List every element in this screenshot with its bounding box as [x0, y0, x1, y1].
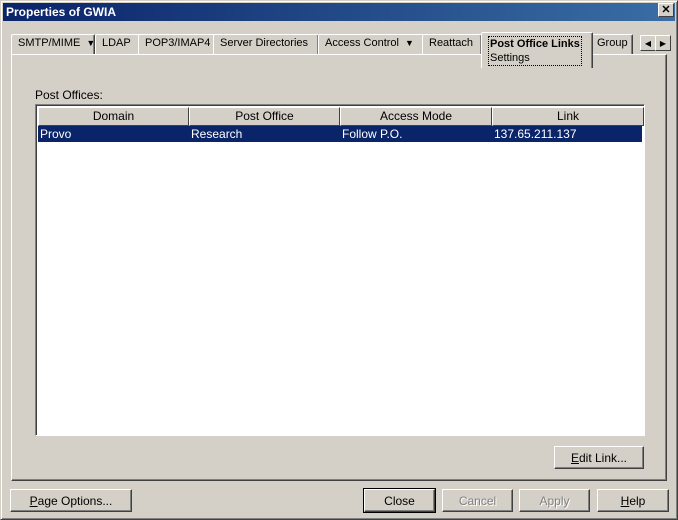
tab-access-control[interactable]: Access Control ▼ [318, 34, 424, 54]
apply-button[interactable]: Apply [519, 489, 590, 512]
tab-label: SMTP/MIME [18, 37, 81, 49]
tab-server-directories[interactable]: Server Directories [213, 34, 319, 54]
list-header: Domain Post Office Access Mode Link [38, 107, 644, 126]
column-header-domain[interactable]: Domain [38, 107, 189, 126]
column-header-access-mode[interactable]: Access Mode [340, 107, 492, 126]
mnemonic: E [570, 450, 579, 465]
tab-group[interactable]: Group [591, 34, 633, 54]
cell-domain: Provo [40, 127, 72, 141]
cell-access-mode: Follow P.O. [342, 127, 403, 141]
tab-smtp-mime[interactable]: SMTP/MIME ▼ [11, 34, 95, 54]
mnemonic: H [620, 493, 630, 508]
page-options-button[interactable]: Page Options... [10, 489, 132, 512]
help-button[interactable]: Help [597, 489, 669, 512]
close-icon[interactable]: ✕ [658, 3, 674, 17]
cell-link: 137.65.211.137 [494, 127, 577, 141]
tab-label: Server Directories [220, 37, 309, 49]
tab-scroll-right-icon[interactable]: ▶ [655, 35, 671, 51]
tab-label: Reattach [429, 37, 474, 49]
properties-dialog: Properties of GWIA ✕ SMTP/MIME ▼ LDAP POP… [0, 0, 678, 520]
button-label: dit Link... [578, 450, 628, 465]
table-row[interactable]: Provo Research Follow P.O. 137.65.211.13… [38, 126, 642, 142]
dropdown-caret-icon: ▼ [404, 38, 414, 48]
tab-strip: SMTP/MIME ▼ LDAP POP3/IMAP4 Server Direct… [11, 32, 671, 68]
tab-label: Access Control [325, 37, 399, 49]
cell-post-office: Research [191, 127, 243, 141]
tab-sublabel: Settings [490, 52, 530, 64]
tab-label: Group [597, 37, 628, 49]
button-label: age Options... [37, 493, 113, 508]
title-bar[interactable]: Properties of GWIA [3, 3, 675, 21]
active-tab-label: Post Office Links Settings [488, 36, 582, 66]
edit-link-button[interactable]: Edit Link... [554, 446, 644, 469]
column-header-link[interactable]: Link [492, 107, 644, 126]
column-header-post-office[interactable]: Post Office [189, 107, 340, 126]
tab-pop3-imap4[interactable]: POP3/IMAP4 [138, 34, 222, 54]
mnemonic: P [29, 493, 38, 508]
cancel-button[interactable]: Cancel [442, 489, 513, 512]
close-button[interactable]: Close [363, 488, 436, 513]
tab-reattach[interactable]: Reattach [422, 34, 482, 54]
tab-post-office-links[interactable]: Post Office Links Settings [481, 32, 593, 68]
dropdown-caret-icon: ▼ [86, 38, 96, 48]
post-offices-label: Post Offices: [35, 88, 103, 102]
tab-label: Post Office Links [490, 38, 580, 50]
tab-label: POP3/IMAP4 [145, 37, 211, 49]
tab-label: LDAP [102, 37, 131, 49]
window-title: Properties of GWIA [6, 5, 117, 19]
post-offices-list[interactable]: Domain Post Office Access Mode Link Prov… [35, 104, 645, 436]
button-label: elp [629, 493, 646, 508]
tab-scroll-left-icon[interactable]: ◀ [640, 35, 656, 51]
